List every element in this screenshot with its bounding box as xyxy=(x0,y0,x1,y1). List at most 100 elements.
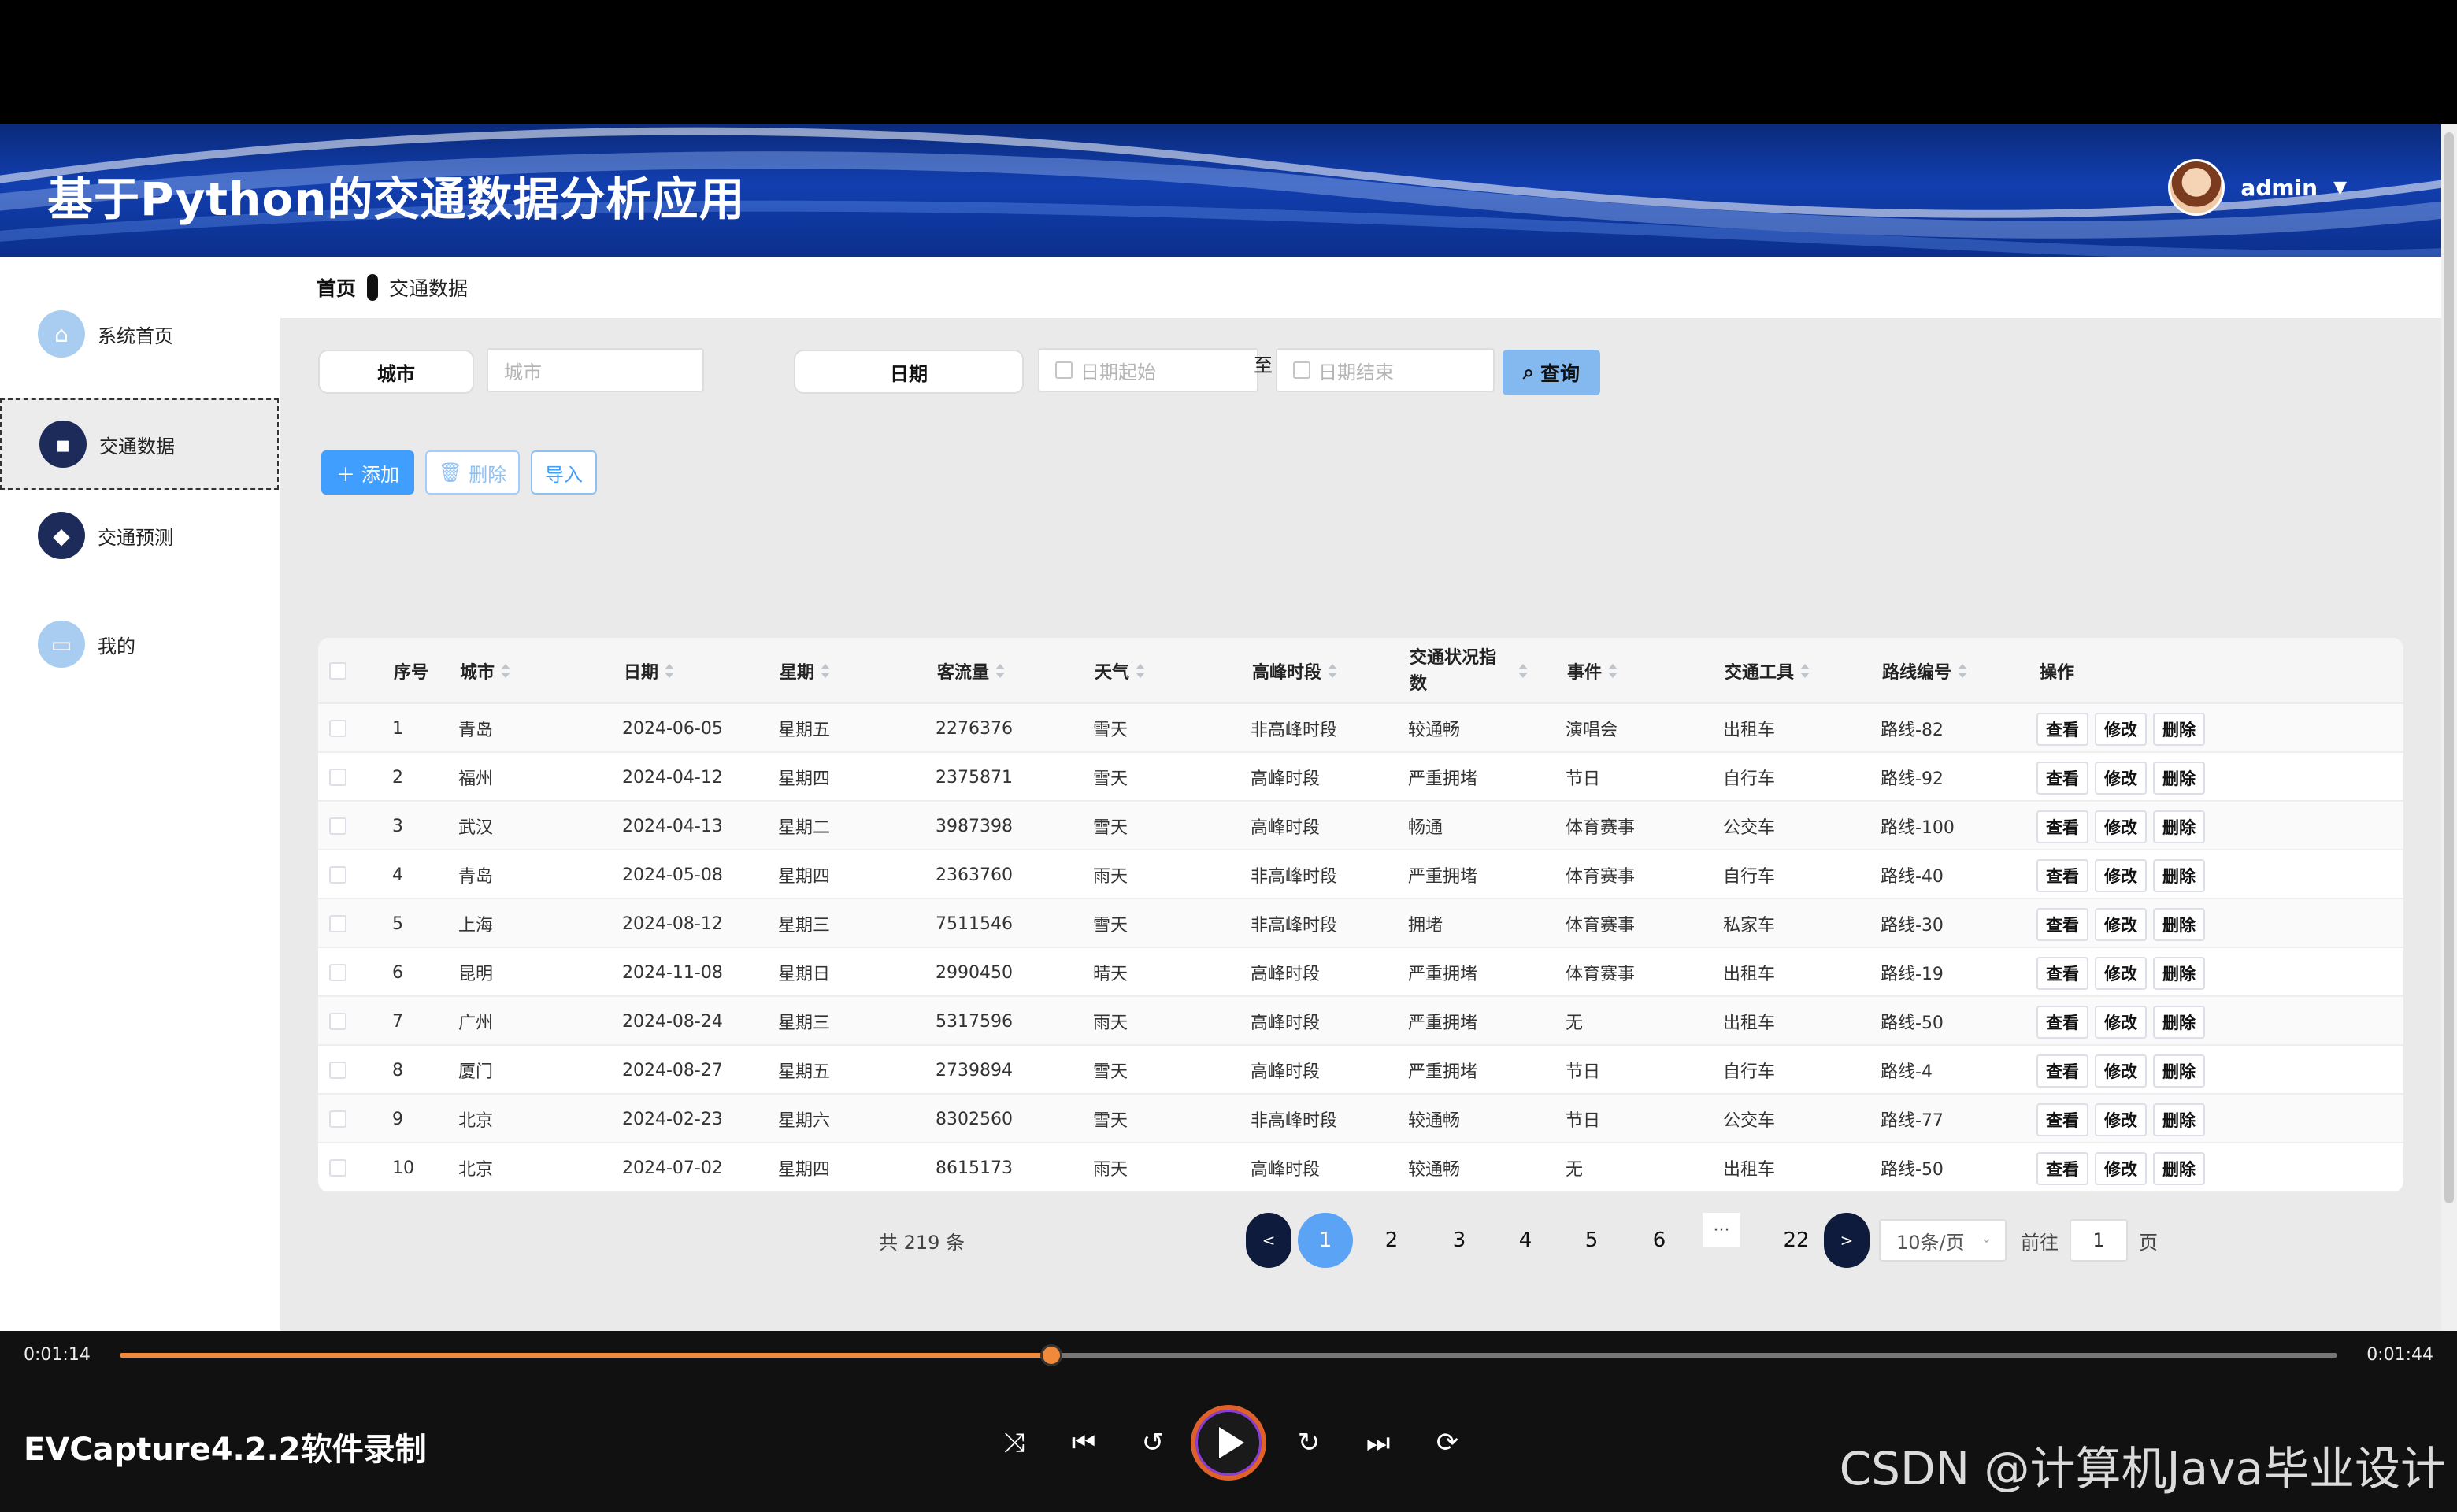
row-checkbox[interactable] xyxy=(329,1159,346,1177)
row-checkbox[interactable] xyxy=(329,915,346,932)
edit-button[interactable]: 修改 xyxy=(2095,713,2147,746)
column-header[interactable]: 城市 xyxy=(460,638,511,704)
query-button[interactable]: ⌕ 查询 xyxy=(1503,350,1600,395)
skip-next-icon[interactable]: ⏭ xyxy=(1356,1421,1400,1465)
page-button[interactable]: 6 xyxy=(1632,1213,1687,1268)
page-button-last[interactable]: 22 xyxy=(1769,1213,1824,1268)
page-button[interactable]: 1 xyxy=(1298,1213,1353,1268)
add-button[interactable]: ＋ 添加 xyxy=(321,450,414,495)
view-button[interactable]: 查看 xyxy=(2036,908,2088,941)
avatar[interactable] xyxy=(2168,159,2225,216)
page-scrollbar[interactable] xyxy=(2441,124,2457,1331)
sort-icon[interactable] xyxy=(1328,664,1338,678)
delete-button[interactable]: 删除 xyxy=(2153,859,2205,892)
view-button[interactable]: 查看 xyxy=(2036,713,2088,746)
row-checkbox[interactable] xyxy=(329,964,346,981)
delete-button[interactable]: 删除 xyxy=(2153,810,2205,843)
shuffle-icon[interactable]: ⤨ xyxy=(992,1421,1036,1465)
city-search-input[interactable]: 城市 xyxy=(487,348,704,392)
view-button[interactable]: 查看 xyxy=(2036,1006,2088,1039)
column-header[interactable]: 星期 xyxy=(780,638,831,704)
row-checkbox[interactable] xyxy=(329,769,346,786)
caret-down-icon[interactable]: ▼ xyxy=(2333,178,2347,198)
date-end-input[interactable]: 日期结束 xyxy=(1276,348,1495,392)
play-button[interactable] xyxy=(1191,1405,1266,1480)
delete-button[interactable]: 删除 xyxy=(2153,1006,2205,1039)
column-header[interactable]: 路线编号 xyxy=(1882,638,1968,704)
sort-icon[interactable] xyxy=(1800,664,1810,678)
row-checkbox[interactable] xyxy=(329,817,346,835)
row-checkbox[interactable] xyxy=(329,1013,346,1030)
forward-30-icon[interactable]: ↻ xyxy=(1287,1421,1331,1465)
sort-icon[interactable] xyxy=(1136,664,1146,678)
edit-button[interactable]: 修改 xyxy=(2095,908,2147,941)
sort-icon[interactable] xyxy=(665,664,675,678)
view-button[interactable]: 查看 xyxy=(2036,1054,2088,1088)
edit-button[interactable]: 修改 xyxy=(2095,859,2147,892)
delete-button[interactable]: 删除 xyxy=(2153,1103,2205,1136)
date-start-input[interactable]: 日期起始 xyxy=(1038,348,1258,392)
column-header[interactable]: 高峰时段 xyxy=(1252,638,1338,704)
page-button[interactable]: 3 xyxy=(1432,1213,1487,1268)
sidebar-item-traffic-forecast[interactable]: ◆ 交通预测 xyxy=(0,490,279,581)
column-header[interactable]: 日期 xyxy=(624,638,675,704)
sort-icon[interactable] xyxy=(501,664,511,678)
edit-button[interactable]: 修改 xyxy=(2095,762,2147,795)
column-header[interactable]: 交通工具 xyxy=(1725,638,1810,704)
scrollbar-thumb[interactable] xyxy=(2444,132,2454,1203)
rewind-10-icon[interactable]: ↺ xyxy=(1131,1421,1175,1465)
breadcrumb-home[interactable]: 首页 xyxy=(317,273,356,302)
sort-icon[interactable] xyxy=(1608,664,1618,678)
next-page-button[interactable]: > xyxy=(1824,1213,1870,1268)
user-menu[interactable]: admin ▼ xyxy=(2168,159,2347,216)
repeat-off-icon[interactable]: ⟳ xyxy=(1425,1421,1469,1465)
edit-button[interactable]: 修改 xyxy=(2095,1103,2147,1136)
sort-icon[interactable] xyxy=(1518,664,1528,678)
skip-previous-icon[interactable]: ⏮ xyxy=(1062,1421,1106,1465)
row-checkbox[interactable] xyxy=(329,1110,346,1128)
edit-button[interactable]: 修改 xyxy=(2095,957,2147,990)
delete-button[interactable]: 删除 xyxy=(2153,908,2205,941)
edit-button[interactable]: 修改 xyxy=(2095,810,2147,843)
import-button[interactable]: 导入 xyxy=(531,450,597,495)
seek-bar[interactable] xyxy=(120,1344,2337,1366)
delete-button[interactable]: 删除 xyxy=(2153,957,2205,990)
sidebar-item-traffic-data[interactable]: ▪ 交通数据 xyxy=(0,398,279,490)
batch-delete-button[interactable]: 🗑 删除 xyxy=(425,450,520,495)
row-checkbox[interactable] xyxy=(329,1062,346,1079)
column-header[interactable]: 天气 xyxy=(1095,638,1146,704)
seek-handle[interactable] xyxy=(1040,1344,1062,1366)
sort-icon[interactable] xyxy=(821,664,831,678)
delete-button[interactable]: 删除 xyxy=(2153,1152,2205,1185)
sidebar-item-mine[interactable]: ▭ 我的 xyxy=(0,598,279,690)
column-header[interactable]: 事件 xyxy=(1567,638,1618,704)
page-button[interactable]: 4 xyxy=(1498,1213,1553,1268)
row-checkbox[interactable] xyxy=(329,720,346,737)
row-checkbox[interactable] xyxy=(329,866,346,884)
delete-button[interactable]: 删除 xyxy=(2153,713,2205,746)
delete-button[interactable]: 删除 xyxy=(2153,1054,2205,1088)
view-button[interactable]: 查看 xyxy=(2036,1152,2088,1185)
edit-button[interactable]: 修改 xyxy=(2095,1054,2147,1088)
sort-icon[interactable] xyxy=(1958,664,1968,678)
column-header[interactable]: 交通状况指数 xyxy=(1410,638,1528,704)
prev-page-button[interactable]: < xyxy=(1246,1213,1292,1268)
column-header[interactable]: 客流量 xyxy=(937,638,1006,704)
delete-button[interactable]: 删除 xyxy=(2153,762,2205,795)
more-pages-button[interactable]: ··· xyxy=(1703,1213,1740,1247)
page-button[interactable]: 2 xyxy=(1364,1213,1419,1268)
view-button[interactable]: 查看 xyxy=(2036,762,2088,795)
select-all-checkbox[interactable] xyxy=(329,662,346,680)
view-button[interactable]: 查看 xyxy=(2036,957,2088,990)
goto-page-input[interactable]: 1 xyxy=(2070,1219,2128,1262)
view-button[interactable]: 查看 xyxy=(2036,1103,2088,1136)
page-size-select[interactable]: 10条/页 ⌄ xyxy=(1879,1219,2007,1262)
edit-button[interactable]: 修改 xyxy=(2095,1152,2147,1185)
edit-button[interactable]: 修改 xyxy=(2095,1006,2147,1039)
page-button[interactable]: 5 xyxy=(1564,1213,1619,1268)
view-button[interactable]: 查看 xyxy=(2036,810,2088,843)
sidebar-item-home[interactable]: ⌂ 系统首页 xyxy=(0,288,279,380)
sort-icon[interactable] xyxy=(995,664,1006,678)
user-name[interactable]: admin xyxy=(2240,175,2318,201)
view-button[interactable]: 查看 xyxy=(2036,859,2088,892)
